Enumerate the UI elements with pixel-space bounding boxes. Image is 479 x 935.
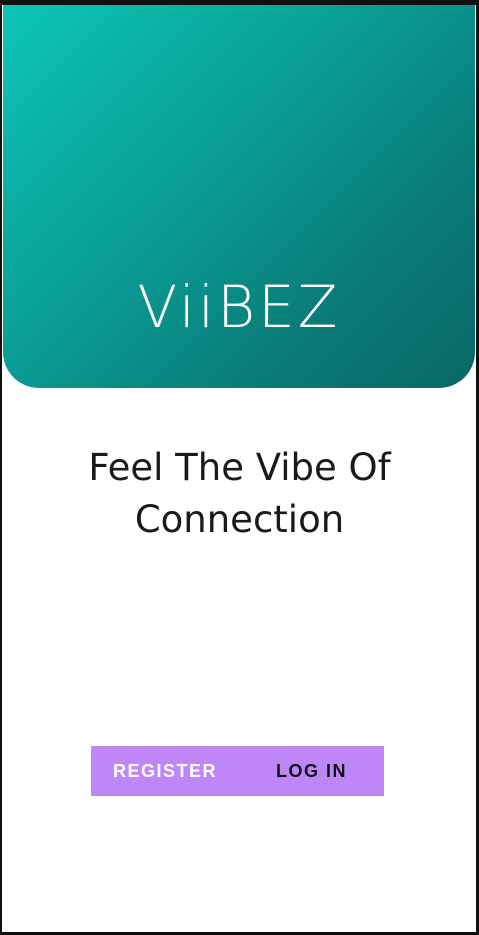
register-button[interactable]: REGISTER <box>91 746 239 796</box>
hero-banner: ViiBEZ <box>3 5 475 388</box>
frame-border-top <box>0 0 479 5</box>
frame-border-left <box>0 0 2 935</box>
app-screen: ViiBEZ Feel The Vibe Of Connection REGIS… <box>0 0 479 935</box>
login-button[interactable]: LOG IN <box>239 746 384 796</box>
auth-button-bar: REGISTER LOG IN <box>91 746 384 796</box>
app-logo: ViiBEZ <box>137 273 341 341</box>
tagline: Feel The Vibe Of Connection <box>88 446 391 541</box>
